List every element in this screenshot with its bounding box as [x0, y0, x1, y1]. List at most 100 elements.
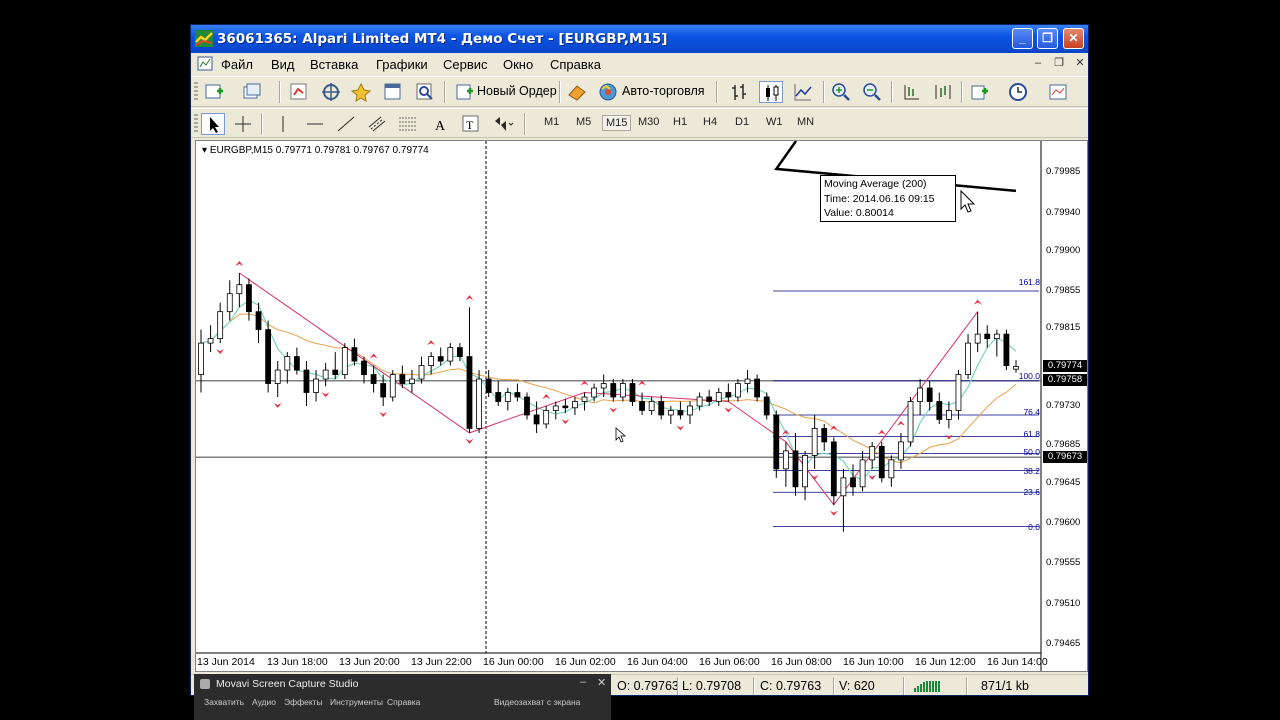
menu-window[interactable]: Окно — [503, 57, 533, 72]
mdi-minimize-button[interactable]: – — [1031, 56, 1045, 70]
movavi-menu-help[interactable]: Справка — [387, 697, 420, 707]
menu-help[interactable]: Справка — [550, 57, 601, 72]
tf-m1[interactable]: M1 — [541, 115, 562, 129]
status-open: O: 0.79763 — [617, 679, 679, 693]
crosshair-icon[interactable] — [231, 113, 255, 135]
menu-tools[interactable]: Сервис — [443, 57, 488, 72]
movavi-close-button[interactable]: ✕ — [597, 676, 606, 689]
price-chart[interactable]: ▾ EURGBP,M15 0.79771 0.79781 0.79767 0.7… — [195, 140, 1088, 672]
toolbar-grip[interactable] — [194, 82, 198, 102]
horizontal-line-icon[interactable] — [303, 113, 327, 135]
fractal-up-icon — [465, 295, 474, 301]
fractal-up-icon — [973, 299, 982, 305]
menu-file[interactable]: Файл — [221, 57, 253, 72]
movavi-menu-audio[interactable]: Аудио — [252, 697, 276, 707]
bar-chart-icon[interactable] — [727, 81, 751, 103]
candle-body — [284, 356, 291, 371]
candle-body — [428, 356, 435, 366]
tf-m30[interactable]: M30 — [635, 115, 662, 129]
movavi-minimize-button[interactable]: – — [580, 676, 586, 688]
autoscroll-icon[interactable] — [931, 81, 955, 103]
expert-advisors-icon[interactable] — [565, 81, 589, 103]
movavi-screen-capture-button[interactable]: Видеозахват с экрана — [494, 697, 580, 707]
tf-m5[interactable]: M5 — [573, 115, 594, 129]
market-watch-icon[interactable] — [287, 81, 311, 103]
candle-body — [591, 387, 598, 398]
candle-body — [936, 401, 943, 420]
menu-view[interactable]: Вид — [271, 57, 295, 72]
close-button[interactable]: ✕ — [1063, 28, 1084, 49]
candle-body — [447, 347, 454, 362]
menu-insert[interactable]: Вставка — [310, 57, 358, 72]
indicators-icon[interactable] — [969, 81, 993, 103]
candle-body — [485, 378, 492, 393]
navigator-icon[interactable] — [349, 81, 373, 103]
tf-h1[interactable]: H1 — [670, 115, 690, 129]
toolbar-separator — [279, 81, 281, 103]
x-tick-label: 16 Jun 10:00 — [843, 656, 904, 668]
templates-icon[interactable] — [1047, 81, 1071, 103]
new-order-button[interactable]: Новый Ордер — [477, 84, 557, 98]
y-tick-label: 0.79940 — [1046, 207, 1081, 218]
status-close: C: 0.79763 — [760, 679, 822, 693]
status-traffic: 871/1 kb — [981, 679, 1029, 693]
mdi-restore-button[interactable]: ❐ — [1052, 56, 1066, 70]
candle-body — [504, 392, 511, 402]
cursor-icon[interactable] — [201, 113, 225, 135]
vertical-line-icon[interactable] — [271, 113, 295, 135]
line-chart-icon[interactable] — [791, 81, 815, 103]
movavi-menu-effects[interactable]: Эффекты — [284, 697, 323, 707]
x-tick-label: 13 Jun 2014 — [197, 656, 255, 668]
movavi-title: Movavi Screen Capture Studio — [216, 678, 359, 690]
menu-bar: Файл Вид Вставка Графики Сервис Окно Спр… — [191, 53, 1088, 75]
autotrading-button[interactable]: Авто-торговля — [622, 84, 705, 98]
profiles-icon[interactable] — [241, 81, 265, 103]
tf-mn[interactable]: MN — [794, 115, 817, 129]
title-bar[interactable]: 36061365: Alpari Limited MT4 - Демо Счет… — [191, 25, 1088, 53]
fractal-up-icon — [427, 340, 436, 346]
chart-shift-icon[interactable] — [899, 81, 923, 103]
mouse-pointer-icon — [615, 427, 627, 443]
text-label-icon[interactable]: T — [459, 113, 483, 135]
autotrading-icon[interactable] — [596, 81, 620, 103]
tf-m15[interactable]: M15 — [602, 115, 632, 131]
x-tick-label: 13 Jun 22:00 — [411, 656, 472, 668]
zoom-in-icon[interactable] — [829, 81, 853, 103]
maximize-button[interactable]: ❐ — [1037, 28, 1058, 49]
candle-body — [687, 405, 693, 416]
y-tick-label: 0.79685 — [1046, 439, 1081, 450]
mdi-close-button[interactable]: ✕ — [1073, 56, 1087, 70]
toolbar-grip[interactable] — [194, 114, 198, 134]
chart-window-icon[interactable] — [197, 56, 213, 71]
zoom-out-icon[interactable] — [860, 81, 884, 103]
fractal-up-icon — [542, 393, 551, 399]
candlestick-chart-icon[interactable] — [759, 81, 783, 103]
text-icon[interactable]: A — [428, 113, 452, 135]
new-order-icon[interactable] — [453, 81, 477, 103]
x-tick-label: 16 Jun 06:00 — [699, 656, 760, 668]
toolbar-separator — [891, 81, 893, 103]
fib-level-label: 38.2 — [1023, 466, 1040, 476]
movavi-menu-capture[interactable]: Захватить — [204, 697, 244, 707]
periods-icon[interactable] — [1007, 81, 1031, 103]
tf-d1[interactable]: D1 — [732, 115, 752, 129]
movavi-menu-tools[interactable]: Инструменты — [330, 697, 383, 707]
candle-body — [437, 356, 444, 362]
fibonacci-retracement-icon[interactable] — [396, 113, 420, 135]
tf-h4[interactable]: H4 — [700, 115, 720, 129]
terminal-icon[interactable] — [381, 81, 405, 103]
data-window-icon[interactable] — [319, 81, 343, 103]
menu-charts[interactable]: Графики — [376, 57, 428, 72]
minimize-button[interactable]: _ — [1012, 28, 1033, 49]
candle-body — [917, 387, 924, 402]
candle-body — [888, 459, 895, 479]
chart-collapse-icon[interactable]: ▾ — [202, 145, 210, 156]
tf-w1[interactable]: W1 — [763, 115, 786, 129]
strategy-tester-icon[interactable] — [413, 81, 437, 103]
trendline-icon[interactable] — [334, 113, 358, 135]
equidistant-channel-icon[interactable] — [365, 113, 389, 135]
candle-body — [1013, 366, 1019, 370]
arrows-icon[interactable] — [491, 113, 515, 135]
candle-body — [226, 293, 233, 313]
new-chart-icon[interactable] — [203, 81, 227, 103]
